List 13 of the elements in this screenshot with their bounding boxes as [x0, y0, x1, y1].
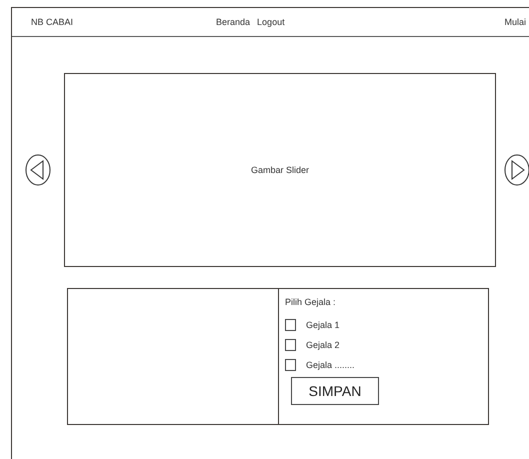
checkbox[interactable] [285, 359, 296, 371]
checkbox-label: Gejala 1 [306, 320, 340, 330]
nav-link[interactable]: Logout [257, 17, 285, 27]
form-title: Pilih Gejala : [285, 297, 337, 307]
checkbox[interactable] [285, 339, 296, 351]
checkbox-label: Gejala 2 [306, 340, 340, 350]
save-button[interactable]: SIMPAN [291, 377, 379, 405]
start-link[interactable]: Mulai [504, 17, 526, 27]
next-arrow-icon[interactable] [504, 154, 529, 186]
checkbox-label: Gejala ........ [306, 360, 355, 370]
brand-title: NB CABAI [31, 17, 74, 27]
checkbox[interactable] [285, 319, 296, 331]
nav-link[interactable]: Beranda [216, 17, 250, 27]
